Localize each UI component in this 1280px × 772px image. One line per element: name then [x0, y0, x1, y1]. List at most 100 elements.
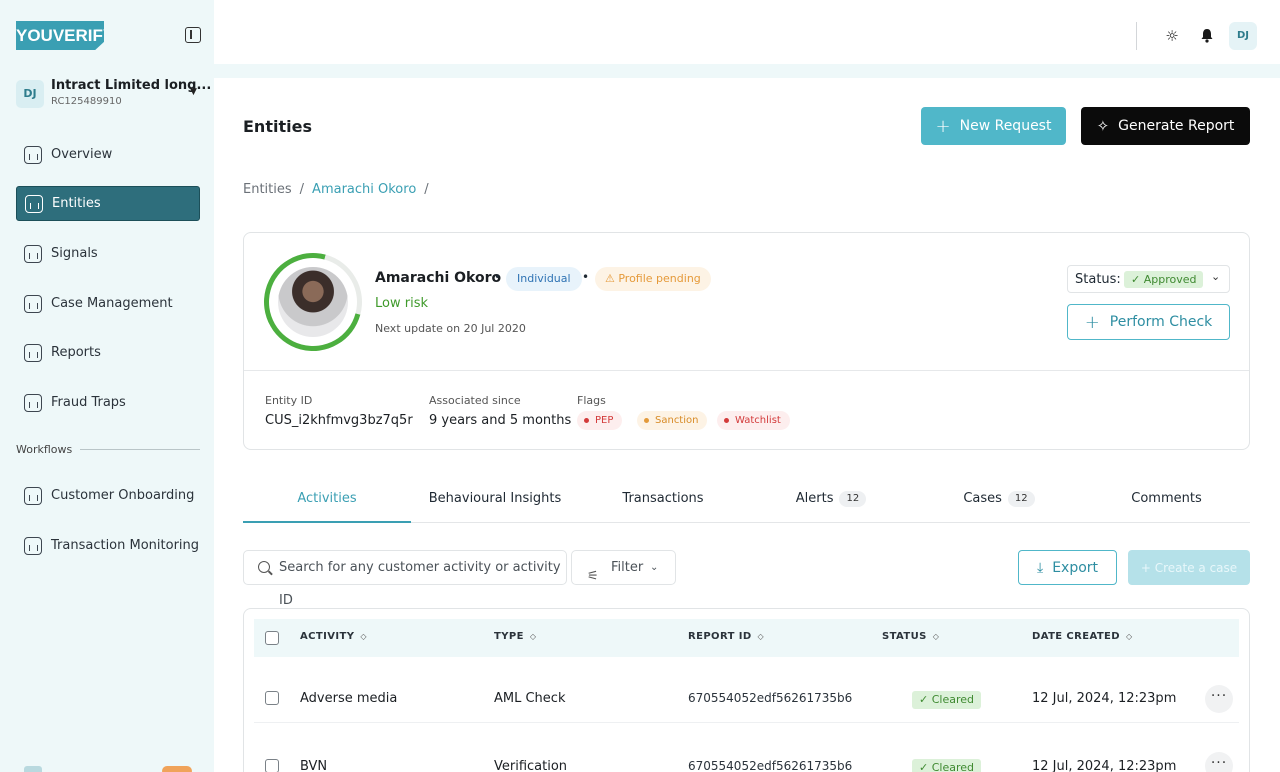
- perform-check-button[interactable]: + Perform Check: [1067, 304, 1230, 340]
- activities-table: ACTIVITY ◇ TYPE ◇ REPORT ID ◇ STATUS ◇ DATE …: [243, 608, 1250, 772]
- chevron-down-icon: ⌄: [650, 562, 659, 573]
- notification-badge[interactable]: [162, 766, 192, 772]
- sidebar-item-fraud-traps[interactable]: Fraud Traps: [16, 385, 200, 420]
- filter-label: Filter: [611, 560, 644, 575]
- sparkle-icon: ✧: [1096, 117, 1110, 135]
- section-divider: [80, 449, 200, 450]
- row-date: 12 Jul, 2024, 12:23pm: [1032, 759, 1177, 772]
- more-options-icon[interactable]: ···: [1205, 685, 1233, 713]
- associated-since-value: 9 years and 5 months: [429, 413, 572, 428]
- row-report-id: 670554052edf56261735b6: [688, 691, 853, 705]
- filter-button[interactable]: ⚟ Filter ⌄: [571, 550, 676, 585]
- card-divider: [244, 370, 1249, 371]
- row-checkbox[interactable]: [265, 691, 279, 705]
- entity-avatar: [278, 267, 348, 337]
- sidebar-item-overview[interactable]: Overview: [16, 137, 200, 172]
- folder-icon: [24, 294, 42, 313]
- table-row[interactable]: BVN Verification 670554052edf56261735b6 …: [244, 724, 1249, 772]
- notification-bell-icon[interactable]: [1193, 22, 1221, 50]
- flag-sanction: Sanction: [637, 411, 708, 430]
- sort-icon: ◇: [1125, 632, 1133, 641]
- flag-pep: PEP: [577, 411, 623, 430]
- activity-search-input[interactable]: Search for any customer activity or acti…: [243, 550, 567, 608]
- column-activity[interactable]: ACTIVITY ◇: [300, 631, 367, 642]
- sort-icon: ◇: [360, 632, 367, 641]
- sidebar-item-label: Transaction Monitoring: [51, 538, 200, 553]
- sidebar-item-label: Overview: [51, 147, 113, 162]
- table-row[interactable]: Adverse media AML Check 670554052edf5626…: [244, 657, 1249, 724]
- cases-count: 12: [1007, 491, 1035, 507]
- brand-logo[interactable]: YOUVERIFY: [16, 21, 104, 50]
- row-type: Verification: [494, 759, 568, 772]
- breadcrumb-current[interactable]: Amarachi Okoro: [312, 182, 416, 197]
- topbar-divider: [1136, 22, 1137, 50]
- separator-dot: •: [582, 270, 590, 284]
- column-type[interactable]: TYPE ◇: [494, 631, 536, 642]
- new-request-button[interactable]: + New Request: [921, 107, 1066, 145]
- entity-name: Amarachi Okoro: [375, 270, 502, 286]
- tab-label: Activities: [297, 491, 357, 506]
- page-title: Entities: [243, 117, 312, 136]
- column-report-id[interactable]: REPORT ID ◇: [688, 631, 764, 642]
- tab-alerts[interactable]: Alerts 12: [747, 483, 915, 523]
- breadcrumb-root[interactable]: Entities: [243, 182, 292, 197]
- theme-toggle-icon[interactable]: ☼: [1158, 22, 1186, 50]
- new-request-label: New Request: [959, 118, 1052, 134]
- status-dropdown[interactable]: Status: ✓ Approved ⌄: [1067, 265, 1230, 293]
- sidebar-item-entities[interactable]: Entities: [16, 186, 200, 221]
- org-avatar: DJ: [16, 80, 44, 108]
- sidebar-item-label: Entities: [52, 196, 101, 211]
- top-bar: [214, 0, 1280, 64]
- caret-down-icon: ▼: [190, 87, 197, 97]
- column-date-created[interactable]: DATE CREATED ◇: [1032, 631, 1133, 642]
- tab-behavioural-insights[interactable]: Behavioural Insights: [411, 483, 579, 523]
- flag-watchlist: Watchlist: [717, 411, 790, 430]
- sliders-icon: ⚟: [587, 569, 599, 584]
- sidebar-item-label: Reports: [51, 345, 101, 360]
- help-icon[interactable]: [24, 766, 42, 772]
- sidebar-item-reports[interactable]: Reports: [16, 335, 200, 370]
- card-icon: [24, 536, 42, 555]
- column-status[interactable]: STATUS ◇: [882, 631, 939, 642]
- search-icon: [258, 561, 270, 573]
- sidebar-item-transaction-monitoring[interactable]: Transaction Monitoring: [16, 528, 200, 563]
- tab-label: Behavioural Insights: [428, 491, 562, 506]
- entity-type-badge: Individual: [506, 267, 582, 291]
- sidebar-item-customer-onboarding[interactable]: Customer Onboarding: [16, 478, 200, 513]
- flags-label: Flags: [577, 394, 606, 407]
- status-badge: ✓ Cleared: [912, 691, 981, 709]
- risk-level: Low risk: [375, 296, 428, 311]
- profile-pending-badge: ⚠ Profile pending: [595, 267, 711, 291]
- status-label: Status:: [1075, 272, 1121, 287]
- row-checkbox[interactable]: [265, 759, 279, 772]
- tab-transactions[interactable]: Transactions: [579, 483, 747, 523]
- breadcrumb-separator: /: [299, 182, 305, 197]
- chart-icon: [25, 194, 43, 213]
- organization-switcher[interactable]: DJ Intract Limited long... RC125489910 ▼: [16, 78, 211, 110]
- export-button[interactable]: ⤓ Export: [1018, 550, 1117, 585]
- sidebar-item-signals[interactable]: Signals: [16, 236, 200, 271]
- generate-report-button[interactable]: ✧ Generate Report: [1081, 107, 1250, 145]
- sidebar-collapse-icon[interactable]: [185, 27, 201, 43]
- tab-cases[interactable]: Cases 12: [915, 483, 1083, 523]
- sidebar-item-label: Customer Onboarding: [51, 488, 195, 503]
- database-icon: [24, 393, 42, 412]
- user-avatar[interactable]: DJ: [1229, 22, 1257, 50]
- scan-icon: [24, 486, 42, 505]
- associated-since-label: Associated since: [429, 394, 521, 407]
- more-options-icon[interactable]: ···: [1205, 752, 1233, 772]
- tab-label: Transactions: [622, 491, 704, 506]
- sidebar-item-label: Case Management: [51, 296, 173, 311]
- tab-activities[interactable]: Activities: [243, 483, 411, 523]
- separator-dot: •: [494, 270, 502, 284]
- sidebar-item-case-management[interactable]: Case Management: [16, 286, 200, 321]
- row-date: 12 Jul, 2024, 12:23pm: [1032, 691, 1177, 706]
- chart-icon: [24, 145, 42, 164]
- row-report-id: 670554052edf56261735b6: [688, 759, 853, 772]
- select-all-checkbox[interactable]: [265, 631, 279, 645]
- tab-comments[interactable]: Comments: [1083, 483, 1250, 523]
- sort-icon: ◇: [757, 632, 765, 641]
- row-activity: BVN: [300, 759, 328, 772]
- tab-label: Comments: [1131, 491, 1202, 506]
- create-case-button[interactable]: + Create a case: [1128, 550, 1250, 585]
